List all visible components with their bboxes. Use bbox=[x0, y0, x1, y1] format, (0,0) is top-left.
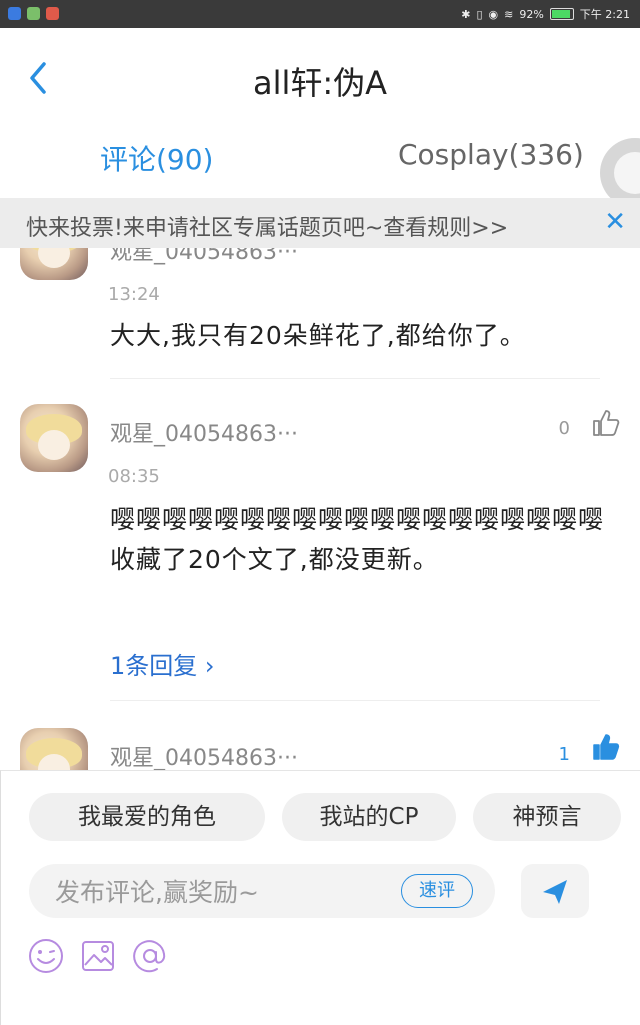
comment-composer-panel: 我最爱的角色 我站的CP 神预言 速评 bbox=[0, 770, 640, 1025]
app-notification-icon bbox=[8, 7, 21, 20]
like-icon[interactable] bbox=[590, 408, 620, 438]
comment-time: 08:35 bbox=[108, 466, 160, 487]
tab-cosplay[interactable]: Cosplay(336) bbox=[398, 138, 584, 171]
app-notification-icon bbox=[46, 7, 59, 20]
wifi-icon: ≋ bbox=[504, 7, 514, 21]
comment-username[interactable]: 观星_04054863··· bbox=[110, 248, 298, 266]
comment-input-wrapper: 速评 bbox=[29, 864, 495, 918]
bubble-inner bbox=[614, 152, 640, 194]
battery-percent: 92% bbox=[519, 7, 544, 21]
avatar[interactable] bbox=[20, 404, 88, 472]
avatar-face bbox=[38, 430, 70, 460]
comment-body: 大大,我只有20朵鲜花了,都给你了。 bbox=[110, 321, 526, 350]
system-status: ✱ ▯ ◉ ≋ 92% 下午 2:21 bbox=[461, 6, 630, 22]
battery-fill bbox=[551, 10, 571, 18]
bluetooth-icon: ✱ bbox=[461, 7, 471, 21]
composer-tools bbox=[27, 937, 169, 975]
notice-banner[interactable]: 快来投票!来申请社区专属话题页吧~查看规则>> ✕ bbox=[0, 198, 640, 248]
clock: 下午 2:21 bbox=[579, 8, 630, 21]
send-button[interactable] bbox=[521, 864, 589, 918]
like-icon[interactable] bbox=[590, 732, 620, 762]
battery-icon bbox=[549, 8, 574, 20]
close-icon[interactable]: ✕ bbox=[604, 207, 626, 237]
eye-icon: ◉ bbox=[488, 7, 499, 21]
avatar[interactable] bbox=[20, 728, 88, 770]
quick-tag-button[interactable]: 我站的CP bbox=[282, 793, 456, 841]
app-notification-icon bbox=[27, 7, 40, 20]
comment-time: 13:24 bbox=[108, 284, 160, 305]
avatar-face bbox=[38, 248, 70, 268]
quick-tag-button[interactable]: 我最爱的角色 bbox=[29, 793, 265, 841]
tab-bar: 评论(90) Cosplay(336) bbox=[0, 128, 640, 198]
notice-text[interactable]: 快来投票!来申请社区专属话题页吧~查看规则>> bbox=[26, 210, 508, 242]
comment-input[interactable] bbox=[53, 872, 397, 912]
reply-link[interactable]: 1条回复 › bbox=[110, 646, 215, 681]
comment-feed[interactable]: 观星_04054863··· 13:24 大大,我只有20朵鲜花了,都给你了。 … bbox=[0, 248, 640, 770]
status-bar: ✱ ▯ ◉ ≋ 92% 下午 2:21 bbox=[0, 0, 640, 28]
vibrate-icon: ▯ bbox=[476, 7, 483, 21]
comment-username[interactable]: 观星_04054863··· bbox=[110, 740, 298, 770]
page-title: all轩:伪A bbox=[252, 64, 388, 102]
image-icon[interactable] bbox=[79, 937, 117, 975]
emoji-icon[interactable] bbox=[27, 937, 65, 975]
like-count: 0 bbox=[558, 418, 570, 439]
like-count: 1 bbox=[558, 744, 570, 765]
send-icon bbox=[543, 880, 567, 904]
comment-body: 嘤嘤嘤嘤嘤嘤嘤嘤嘤嘤嘤嘤嘤嘤嘤嘤嘤嘤嘤收藏了20个文了,都没更新。 bbox=[110, 505, 605, 574]
tab-comments[interactable]: 评论(90) bbox=[100, 138, 213, 178]
header: all轩:伪A bbox=[0, 28, 640, 128]
quick-review-button[interactable]: 速评 bbox=[401, 874, 473, 908]
avatar[interactable] bbox=[20, 248, 88, 280]
comment-username[interactable]: 观星_04054863··· bbox=[110, 416, 298, 448]
at-icon[interactable] bbox=[131, 937, 169, 975]
notification-icons bbox=[8, 7, 59, 20]
quick-tag-button[interactable]: 神预言 bbox=[473, 793, 621, 841]
divider bbox=[110, 378, 600, 379]
divider bbox=[110, 700, 600, 701]
